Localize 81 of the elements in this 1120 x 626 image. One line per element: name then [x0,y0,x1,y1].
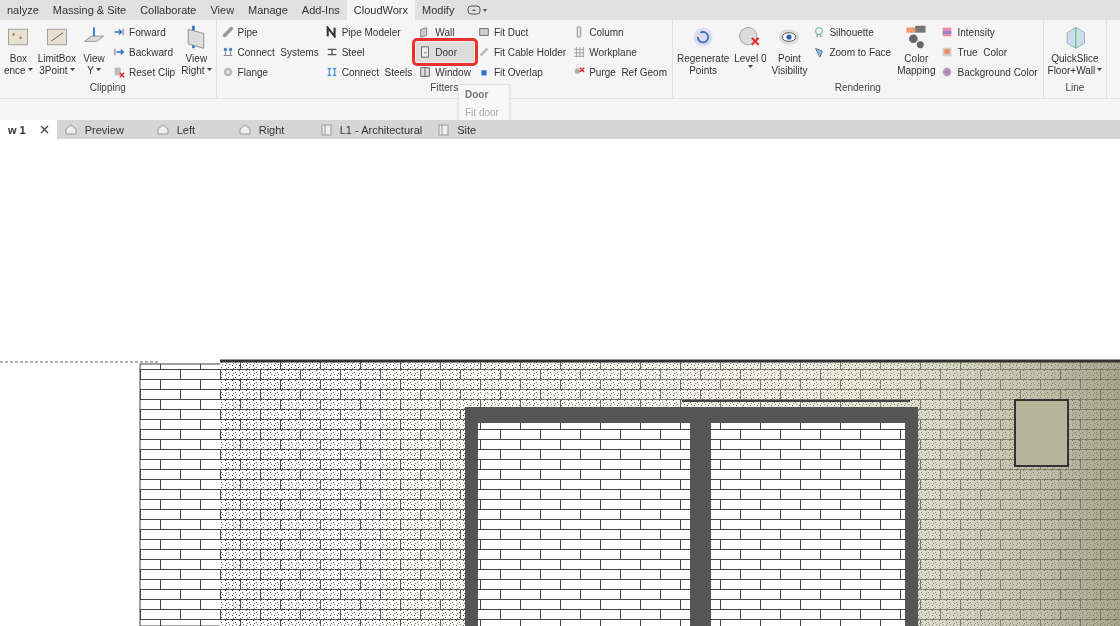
ribbon-button[interactable]: Zoom to Face [810,42,895,62]
ribbon-button[interactable]: View Right [179,20,214,82]
document-tab[interactable]: Left [148,120,231,139]
ribbon-tab[interactable]: View [203,0,242,20]
palette-icon [941,66,954,78]
ribbon-button[interactable]: View Y [79,20,110,82]
close-icon[interactable] [39,125,49,134]
flange-icon [221,66,234,78]
house-icon [156,124,169,135]
beam-icon [325,66,338,78]
caret-icon [1097,68,1103,71]
group-label: Line [1065,82,1085,93]
ribbon-button[interactable]: Pipe [218,22,322,42]
ribbon-button[interactable]: QuickSlice Floor+Wall [1045,20,1105,82]
zoom-face-icon [813,46,826,58]
ribbon-tab[interactable]: Massing & Site [45,0,134,20]
ribbon-button[interactable]: LimitBox 3Point [35,20,79,82]
ribbon-button[interactable]: Flange [218,62,322,82]
network-icon [221,46,234,58]
caret-icon [69,68,75,71]
ribbon-tab[interactable]: CloudWorx [346,0,415,20]
caret-icon [747,65,753,68]
ribbon-button[interactable]: Connect Systems [218,42,322,62]
ribbon-button[interactable]: Regenerate Points [674,20,732,82]
sheet-icon [438,123,450,136]
window-icon [419,66,432,78]
dropdown-icon[interactable] [467,4,490,16]
document-tab[interactable]: L1 - Architectural [312,120,431,139]
ribbon-button[interactable]: Level 0 [732,20,769,82]
ribbon-button[interactable]: Background Color [938,62,1041,82]
ribbon-button[interactable]: Window [416,62,474,82]
caret-icon [27,68,33,71]
ribbon-button[interactable]: Backward [110,42,179,62]
grid-icon [573,46,586,58]
arrow-icon [113,26,126,38]
ribbon-button[interactable]: Box ence [2,20,35,82]
door-icon [419,46,432,58]
arrow-icon [113,46,126,58]
palette-icon [941,26,954,38]
ribbon-button[interactable]: Intensity [938,22,1041,42]
tooltip-title: Door [465,89,490,100]
ribbon-button[interactable]: Fit Cable Holder [474,42,570,62]
ribbon-button[interactable]: Fit Overlap [474,62,570,82]
ribbon-button[interactable]: Purge Ref Geom [570,62,670,82]
ribbon-button[interactable]: Connect Steels [322,62,416,82]
house-icon [238,124,251,135]
document-tab[interactable]: w 1 [0,120,57,139]
beam-icon [325,46,338,58]
ribbon-tab[interactable]: Manage [241,0,295,20]
group-label: Rendering [834,82,881,93]
holder-icon [477,46,490,58]
ribbon-button[interactable]: Reset Clip [110,62,179,82]
ribbon-button[interactable]: Forward [110,22,179,42]
caret-icon [95,68,101,71]
document-tab[interactable]: Right [230,120,313,139]
caret-icon [206,68,212,71]
ribbon-button[interactable]: Pipe Modeler [322,22,416,42]
ribbon-button[interactable]: Workplane [570,42,670,62]
ribbon-tab[interactable]: Collaborate [133,0,204,20]
ribbon-button[interactable]: Point Visibility [769,20,810,82]
duct-icon [477,26,490,38]
group-label: Clipping [89,82,126,93]
sheet-icon [320,123,332,136]
ribbon-button[interactable]: Steel [322,42,416,62]
ribbon-tab[interactable]: nalyze [0,0,46,20]
ribbon-button[interactable]: Color Mapping [895,20,938,82]
ribbon-button[interactable]: Column [570,22,670,42]
ribbon-tab[interactable]: Modify [415,0,462,20]
ribbon-button[interactable]: Wall [416,22,474,42]
group-label: Fitters [430,82,459,93]
ribbon-tab[interactable]: Add-Ins [294,0,347,20]
ribbon-button[interactable]: Fit Duct [474,22,570,42]
ribbon-button[interactable]: Silhouette [810,22,895,42]
palette-icon [941,46,954,58]
document-tab[interactable]: Site [430,120,531,139]
tooltip-description: Fit door [465,107,500,118]
ribbon-button[interactable]: True Color [938,42,1041,62]
wall-box [1014,399,1069,467]
reset-icon [113,66,126,78]
document-tab[interactable]: Preview [56,120,149,139]
house-icon [64,124,77,135]
